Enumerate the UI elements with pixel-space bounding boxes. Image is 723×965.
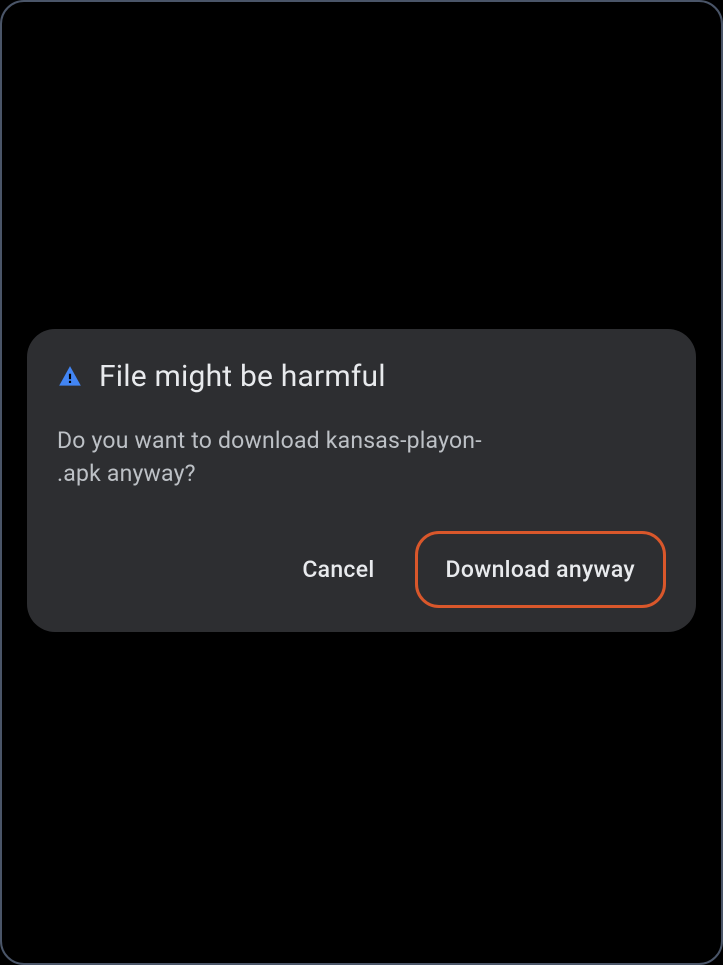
harmful-file-dialog: File might be harmful Do you want to dow…: [27, 329, 696, 632]
cancel-button[interactable]: Cancel: [282, 538, 394, 601]
dialog-header: File might be harmful: [57, 359, 666, 394]
dialog-message: Do you want to download kansas-playon- .a…: [57, 424, 666, 491]
dialog-title: File might be harmful: [99, 359, 386, 394]
dialog-actions: Cancel Download anyway: [57, 531, 666, 608]
message-prefix: Do you want to download kansas-playon-: [57, 427, 482, 454]
message-suffix: .apk anyway?: [57, 460, 196, 487]
download-anyway-button[interactable]: Download anyway: [415, 531, 666, 608]
warning-triangle-icon: [57, 364, 83, 390]
